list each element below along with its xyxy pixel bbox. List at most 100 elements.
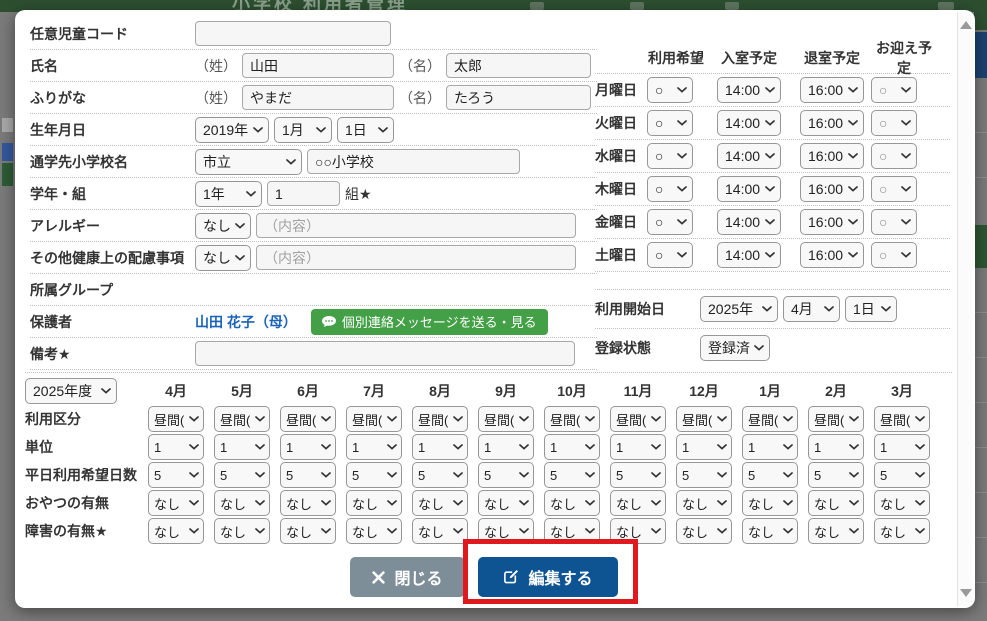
enter-time-select[interactable]: 14:00 bbox=[717, 176, 781, 202]
leave-time-select[interactable]: 16:00 bbox=[800, 110, 864, 136]
disability-select[interactable]: なし bbox=[478, 518, 534, 544]
usage-type-select[interactable]: 昼間( bbox=[214, 406, 270, 432]
disability-select[interactable]: なし bbox=[280, 518, 336, 544]
disability-select[interactable]: なし bbox=[874, 518, 930, 544]
first-name-input[interactable] bbox=[446, 53, 591, 78]
pickup-select[interactable]: ○ bbox=[871, 242, 917, 268]
birth-month-select[interactable]: 1月 bbox=[274, 116, 332, 143]
allergy-detail-input[interactable] bbox=[256, 213, 576, 238]
unit-select[interactable]: 1 bbox=[280, 434, 336, 460]
usage-type-select[interactable]: 昼間( bbox=[280, 406, 336, 432]
usage-type-select[interactable]: 昼間( bbox=[874, 406, 930, 432]
usage-type-select[interactable]: 昼間( bbox=[544, 406, 600, 432]
unit-select[interactable]: 1 bbox=[808, 434, 864, 460]
enter-time-select[interactable]: 14:00 bbox=[717, 110, 781, 136]
guardian-link[interactable]: 山田 花子（母） bbox=[195, 312, 297, 332]
leave-time-select[interactable]: 16:00 bbox=[800, 242, 864, 268]
weekday-days-select[interactable]: 5 bbox=[280, 462, 336, 488]
last-name-input[interactable] bbox=[242, 53, 394, 78]
disability-select[interactable]: なし bbox=[610, 518, 666, 544]
unit-select[interactable]: 1 bbox=[412, 434, 468, 460]
usage-type-select[interactable]: 昼間( bbox=[808, 406, 864, 432]
unit-select[interactable]: 1 bbox=[346, 434, 402, 460]
snack-select[interactable]: なし bbox=[742, 490, 798, 516]
weekday-days-select[interactable]: 5 bbox=[742, 462, 798, 488]
class-input[interactable] bbox=[267, 181, 340, 206]
snack-select[interactable]: なし bbox=[544, 490, 600, 516]
note-input[interactable] bbox=[195, 341, 575, 366]
unit-select[interactable]: 1 bbox=[676, 434, 732, 460]
unit-select[interactable]: 1 bbox=[742, 434, 798, 460]
weekday-days-select[interactable]: 5 bbox=[214, 462, 270, 488]
usage-wish-select[interactable]: ○ bbox=[647, 110, 693, 136]
usage-type-select[interactable]: 昼間( bbox=[478, 406, 534, 432]
snack-select[interactable]: なし bbox=[676, 490, 732, 516]
fiscal-year-select[interactable]: 2025年度 bbox=[25, 378, 117, 404]
enter-time-select[interactable]: 14:00 bbox=[717, 209, 781, 235]
school-name-input[interactable] bbox=[307, 149, 520, 174]
pickup-select[interactable]: ○ bbox=[871, 176, 917, 202]
weekday-days-select[interactable]: 5 bbox=[544, 462, 600, 488]
unit-select[interactable]: 1 bbox=[148, 434, 204, 460]
snack-select[interactable]: なし bbox=[610, 490, 666, 516]
weekday-days-select[interactable]: 5 bbox=[610, 462, 666, 488]
usage-wish-select[interactable]: ○ bbox=[647, 209, 693, 235]
snack-select[interactable]: なし bbox=[148, 490, 204, 516]
leave-time-select[interactable]: 16:00 bbox=[800, 77, 864, 103]
pickup-select[interactable]: ○ bbox=[871, 143, 917, 169]
weekday-days-select[interactable]: 5 bbox=[874, 462, 930, 488]
start-year-select[interactable]: 2025年 bbox=[700, 296, 778, 322]
health-note-detail-input[interactable] bbox=[256, 245, 576, 270]
snack-select[interactable]: なし bbox=[874, 490, 930, 516]
enter-time-select[interactable]: 14:00 bbox=[717, 143, 781, 169]
disability-select[interactable]: なし bbox=[148, 518, 204, 544]
snack-select[interactable]: なし bbox=[280, 490, 336, 516]
start-day-select[interactable]: 1日 bbox=[845, 296, 897, 322]
birth-year-select[interactable]: 2019年 bbox=[195, 116, 269, 143]
scroll-down-icon[interactable] bbox=[960, 589, 972, 597]
unit-select[interactable]: 1 bbox=[214, 434, 270, 460]
usage-wish-select[interactable]: ○ bbox=[647, 143, 693, 169]
unit-select[interactable]: 1 bbox=[544, 434, 600, 460]
pickup-select[interactable]: ○ bbox=[871, 110, 917, 136]
weekday-days-select[interactable]: 5 bbox=[346, 462, 402, 488]
pickup-select[interactable]: ○ bbox=[871, 209, 917, 235]
modal-scrollbar[interactable] bbox=[957, 12, 973, 606]
snack-select[interactable]: なし bbox=[808, 490, 864, 516]
leave-time-select[interactable]: 16:00 bbox=[800, 209, 864, 235]
leave-time-select[interactable]: 16:00 bbox=[800, 143, 864, 169]
first-name-kana-input[interactable] bbox=[446, 85, 591, 110]
usage-wish-select[interactable]: ○ bbox=[647, 77, 693, 103]
unit-select[interactable]: 1 bbox=[874, 434, 930, 460]
last-name-kana-input[interactable] bbox=[242, 85, 394, 110]
disability-select[interactable]: なし bbox=[346, 518, 402, 544]
leave-time-select[interactable]: 16:00 bbox=[800, 176, 864, 202]
disability-select[interactable]: なし bbox=[412, 518, 468, 544]
snack-select[interactable]: なし bbox=[412, 490, 468, 516]
weekday-days-select[interactable]: 5 bbox=[412, 462, 468, 488]
enter-time-select[interactable]: 14:00 bbox=[717, 242, 781, 268]
registration-status-select[interactable]: 登録済 bbox=[700, 335, 770, 361]
birth-day-select[interactable]: 1日 bbox=[337, 116, 394, 143]
snack-select[interactable]: なし bbox=[346, 490, 402, 516]
disability-select[interactable]: なし bbox=[676, 518, 732, 544]
weekday-days-select[interactable]: 5 bbox=[676, 462, 732, 488]
disability-select[interactable]: なし bbox=[742, 518, 798, 544]
snack-select[interactable]: なし bbox=[478, 490, 534, 516]
disability-select[interactable]: なし bbox=[808, 518, 864, 544]
usage-wish-select[interactable]: ○ bbox=[647, 242, 693, 268]
usage-type-select[interactable]: 昼間( bbox=[676, 406, 732, 432]
enter-time-select[interactable]: 14:00 bbox=[717, 77, 781, 103]
send-message-button[interactable]: 個別連絡メッセージを送る・見る bbox=[310, 308, 548, 335]
start-month-select[interactable]: 4月 bbox=[783, 296, 840, 322]
weekday-days-select[interactable]: 5 bbox=[478, 462, 534, 488]
usage-type-select[interactable]: 昼間( bbox=[610, 406, 666, 432]
disability-select[interactable]: なし bbox=[214, 518, 270, 544]
usage-type-select[interactable]: 昼間( bbox=[742, 406, 798, 432]
weekday-days-select[interactable]: 5 bbox=[148, 462, 204, 488]
close-button[interactable]: 閉じる bbox=[350, 557, 465, 597]
weekday-days-select[interactable]: 5 bbox=[808, 462, 864, 488]
disability-select[interactable]: なし bbox=[544, 518, 600, 544]
allergy-select[interactable]: なし bbox=[195, 212, 251, 239]
school-type-select[interactable]: 市立 bbox=[195, 148, 302, 175]
